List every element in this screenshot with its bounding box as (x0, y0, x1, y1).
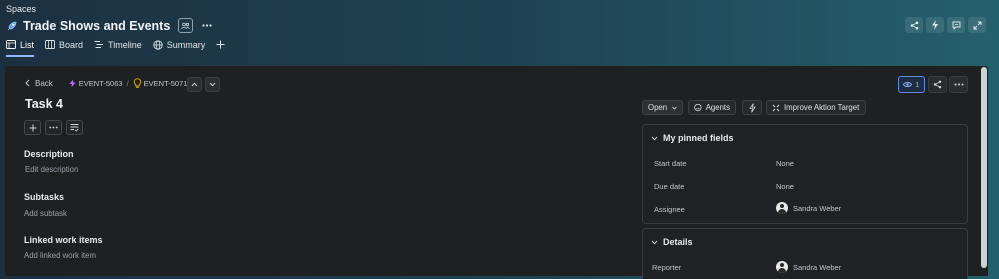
previous-issue-button[interactable] (187, 77, 202, 92)
back-button[interactable]: Back (24, 79, 53, 88)
issue-more-button[interactable] (949, 76, 968, 93)
assignee-value[interactable]: Sandra Weber (776, 202, 841, 214)
lightbulb-icon (133, 78, 141, 88)
tab-board[interactable]: Board (45, 37, 83, 52)
share-icon (933, 80, 942, 89)
chevron-down-icon (672, 106, 677, 110)
improve-button[interactable]: Improve Aktion Target (766, 100, 866, 115)
tab-summary[interactable]: Summary (153, 37, 206, 52)
details-card: Details Reporter Sandra Weber (642, 228, 968, 279)
scrollbar[interactable] (981, 67, 987, 268)
board-icon (45, 40, 55, 49)
timeline-icon (94, 40, 104, 49)
field-label: Start date (654, 159, 687, 168)
details-toggle[interactable]: Details (651, 237, 693, 247)
rocket-icon (6, 20, 18, 32)
add-button[interactable] (24, 120, 41, 135)
space-title-row: Trade Shows and Events (6, 17, 214, 34)
description-heading: Description (24, 149, 74, 159)
chevron-down-icon (651, 240, 658, 244)
pinned-fields-card: My pinned fields Start date None Due dat… (642, 124, 968, 224)
automation-button[interactable] (742, 100, 762, 115)
field-value: Sandra Weber (793, 203, 842, 213)
field-value: None (776, 182, 794, 191)
feedback-icon[interactable] (947, 17, 965, 33)
list-icon (6, 40, 16, 49)
issue-key-link[interactable]: EVENT-5071 (133, 78, 188, 88)
tab-label: Timeline (108, 39, 142, 50)
linked-items-heading: Linked work items (24, 235, 103, 245)
more-actions-icon[interactable] (200, 19, 214, 32)
back-label: Back (35, 78, 53, 88)
breadcrumb-spaces[interactable]: Spaces (6, 4, 36, 14)
globe-icon (153, 39, 163, 50)
field-label: Due date (654, 182, 685, 191)
pinned-fields-toggle[interactable]: My pinned fields (651, 133, 734, 143)
tab-label: Summary (166, 39, 206, 50)
more-options-button[interactable] (45, 120, 62, 135)
plus-icon (29, 124, 36, 131)
field-value: Sandra Weber (793, 262, 842, 272)
header-actions (905, 17, 986, 33)
lightning-icon (748, 102, 756, 113)
expand-icon[interactable] (968, 17, 986, 33)
subtasks-heading: Subtasks (24, 192, 65, 202)
reporter-value[interactable]: Sandra Weber (776, 261, 841, 273)
agents-label: Agents (705, 103, 730, 112)
watch-count: 1 (915, 80, 920, 89)
tab-timeline[interactable]: Timeline (94, 37, 142, 52)
pinned-fields-heading: My pinned fields (663, 133, 734, 143)
ellipsis-icon (49, 126, 58, 129)
status-dropdown[interactable]: Open (642, 100, 683, 115)
field-label: Assignee (654, 205, 685, 214)
add-linked-item-field[interactable]: Add linked work item (24, 251, 96, 260)
share-issue-button[interactable] (928, 76, 947, 93)
next-issue-button[interactable] (205, 77, 220, 92)
tab-list[interactable]: List (6, 37, 35, 57)
start-date-value[interactable]: None (776, 159, 794, 168)
agent-icon (694, 103, 702, 112)
watch-button[interactable]: 1 (898, 76, 925, 93)
space-title: Trade Shows and Events (23, 18, 171, 33)
checklist-button[interactable] (66, 120, 83, 135)
share-icon[interactable] (905, 17, 923, 33)
details-heading: Details (663, 237, 693, 247)
add-subtask-field[interactable]: Add subtask (24, 209, 67, 218)
improve-label: Improve Aktion Target (784, 103, 860, 112)
epic-icon (69, 79, 76, 87)
automation-icon[interactable] (926, 17, 944, 33)
chevron-left-icon (25, 79, 30, 87)
eye-icon (903, 82, 913, 87)
status-label: Open (648, 103, 668, 112)
breadcrumb-separator: / (126, 78, 129, 88)
checklist-icon (70, 124, 79, 132)
issue-title[interactable]: Task 4 (25, 97, 63, 111)
field-value: None (776, 159, 794, 168)
parent-link[interactable]: EVENT-5063 (68, 79, 123, 88)
avatar (776, 261, 788, 273)
people-icon[interactable] (178, 18, 194, 33)
agents-button[interactable]: Agents (688, 100, 736, 115)
due-date-value[interactable]: None (776, 182, 794, 191)
parent-key: EVENT-5063 (78, 78, 123, 88)
issue-key: EVENT-5071 (143, 78, 188, 88)
plus-icon (216, 40, 225, 49)
chevron-up-icon (191, 82, 198, 87)
ellipsis-icon (954, 83, 963, 86)
tab-label: List (20, 39, 35, 50)
chevron-down-icon (209, 82, 216, 87)
sparkle-icon (772, 104, 780, 111)
tab-label: Board (59, 39, 84, 50)
issue-breadcrumb: Back EVENT-5063 / EVENT-5071 (24, 78, 187, 88)
description-field[interactable]: Edit description (25, 165, 78, 174)
view-tabs: List Board Timeline Summary (6, 37, 240, 57)
add-tab-button[interactable] (216, 37, 229, 52)
avatar (776, 202, 788, 214)
chevron-down-icon (651, 136, 658, 140)
